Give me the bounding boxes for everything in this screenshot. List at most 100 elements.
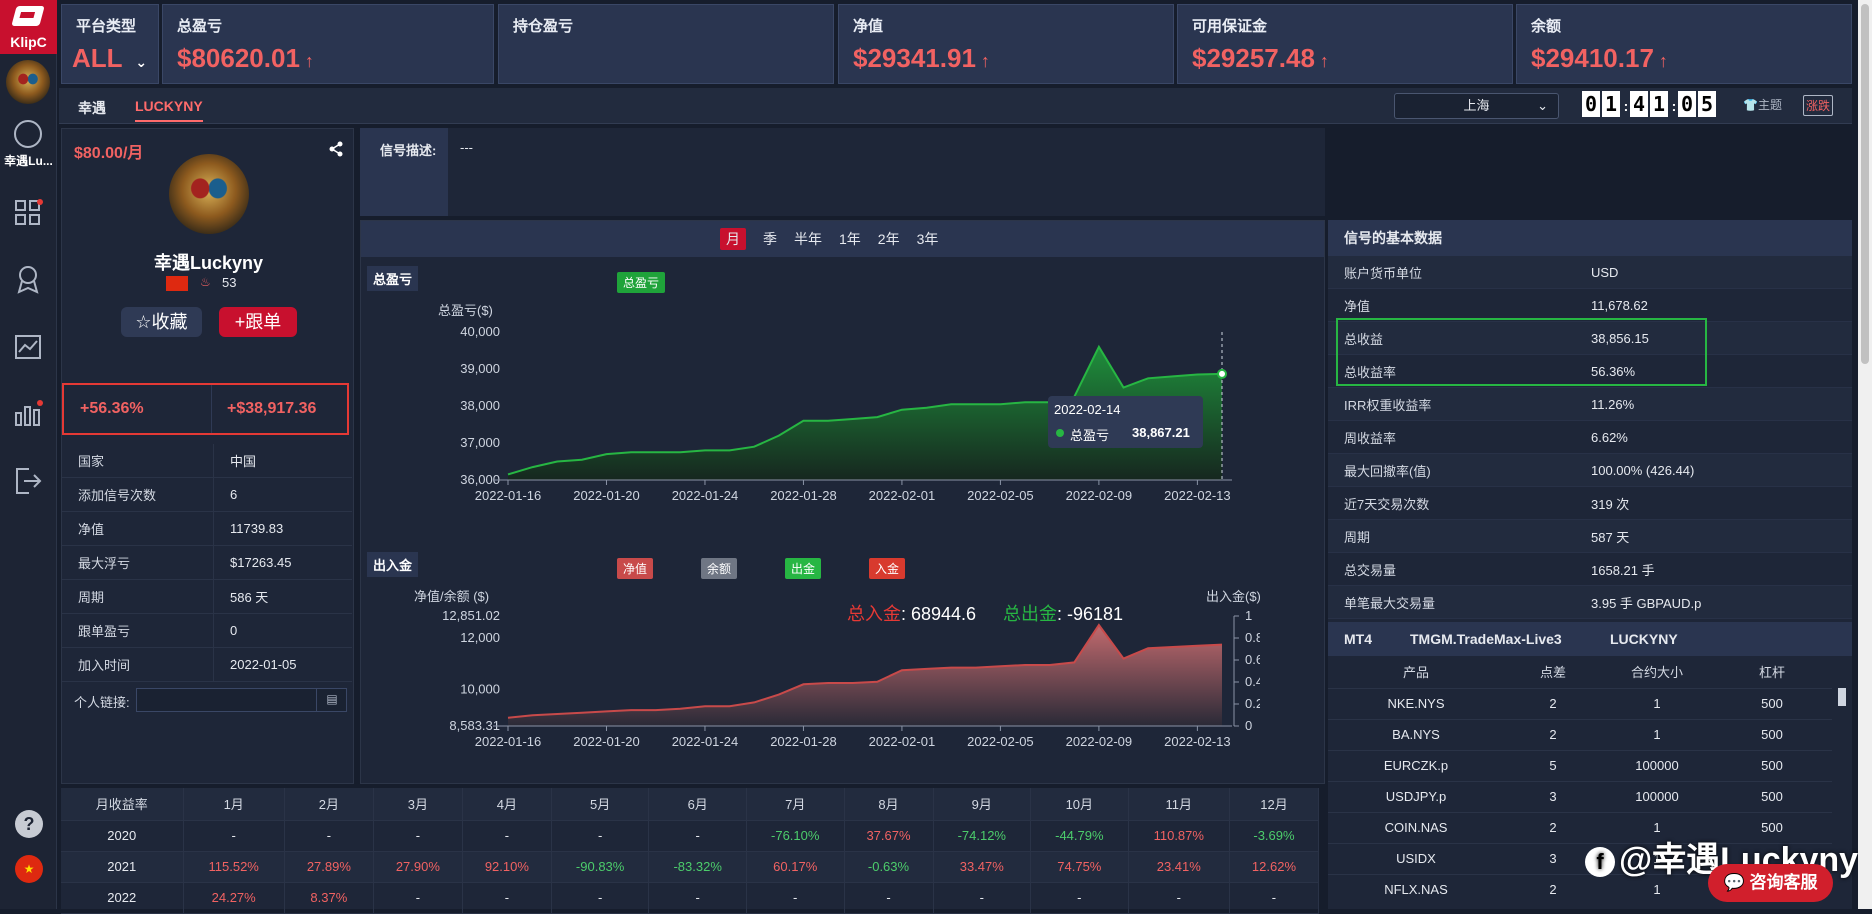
logout-icon[interactable] [13,466,43,496]
balance-label: 余额 [1531,15,1561,36]
klipc-logo[interactable]: KlipC [0,0,57,54]
award-ribbon-icon[interactable] [13,264,43,294]
tooltip-label: 总盈亏 [1070,425,1109,444]
table-row: 2021115.52%27.89%27.90%92.10%-90.83%-83.… [61,851,1319,882]
free-margin-label: 可用保证金 [1192,15,1267,36]
y-tick-label: 38,000 [460,398,500,413]
tab-luckyny[interactable]: LUCKYNY [135,98,203,122]
legend-total-pnl[interactable]: 总盈亏 [617,272,665,293]
help-question-icon[interactable]: ? [15,810,43,838]
x-tick-label: 2022-02-09 [1066,734,1133,749]
consult-service-button[interactable]: 💬 咨询客服 [1708,864,1833,902]
fire-icon: ♨ [200,275,211,289]
sidebar-user-label: 幸遇Lu... [0,152,57,169]
mt4-platform: MT4 [1344,631,1372,647]
x-tick-label: 2022-01-28 [770,488,837,503]
table-scrollbar[interactable] [1838,688,1846,706]
table-row: 净值11739.83 [62,512,352,546]
tab-xingyu[interactable]: 幸遇 [78,98,106,118]
favorite-button[interactable]: ☆收藏 [121,307,202,337]
platform-type-select[interactable]: ALL ⌄ [72,43,147,74]
legend-deposit[interactable]: 入金 [869,558,905,579]
table-row: 最大浮亏$17263.45 [62,546,352,580]
x-tick-label: 2022-01-28 [770,734,837,749]
chevron-down-icon: ⌄ [1537,94,1548,118]
pnl-y-label: 总盈亏($) [438,300,493,319]
period-halfyear[interactable]: 半年 [794,229,822,249]
basic-data-list: 账户货币单位USD 净值11,678.62 总收益38,856.15 总收益率5… [1328,256,1852,619]
trader-avatar [169,154,249,234]
china-flag-icon [166,276,188,291]
badge-icon [14,120,42,148]
x-tick-label: 2022-01-16 [475,488,542,503]
table-row: 最大回撤率(值)100.00% (426.44) [1328,454,1852,487]
digital-clock: 01:41:05 [1582,91,1718,119]
left-sidebar: KlipC 幸遇Lu... ? ★ [0,0,57,909]
signal-desc-value: --- [460,140,473,155]
line-chart-icon[interactable] [13,332,43,362]
tooltip-date: 2022-02-14 [1054,402,1121,417]
balance-value: $29410.17 ↑ [1531,43,1668,74]
table-row: 账户货币单位USD [1328,256,1852,289]
chart-tooltip: 2022-02-14 总盈亏 38,867.21 [1048,396,1203,448]
table-row: NKE.NYS21500 [1328,688,1832,719]
table-row: USDJPY.p3100000500 [1328,781,1832,812]
pnl-chart-title: 总盈亏 [367,266,418,291]
return-summary-box: +56.36% +$38,917.36 [62,383,349,435]
y-tick-label: 39,000 [460,361,500,376]
dashboard-grid-icon[interactable] [13,198,43,228]
y-tick-label: 12,851.02 [442,608,500,623]
updown-color-toggle[interactable]: 涨跌 [1803,95,1833,116]
legend-balance[interactable]: 余额 [701,558,737,579]
legend-withdraw[interactable]: 出金 [785,558,821,579]
y-tick-label: 8,583.31 [449,718,500,733]
chevron-down-icon: ⌄ [135,54,147,70]
balance-card: 余额 $29410.17 ↑ [1516,4,1852,84]
table-row: 周收益率6.62% [1328,421,1852,454]
table-row: 国家中国 [62,444,352,478]
theme-toggle[interactable]: 👕主题 [1743,96,1782,113]
table-row: 2020-------76.10%37.67%-74.12%-44.79%110… [61,820,1319,851]
platform-type-card[interactable]: 平台类型 ALL ⌄ [61,4,159,84]
y2-tick-label: 0.8 [1245,630,1260,645]
city-select[interactable]: 上海⌄ [1394,93,1559,119]
signal-description: 信号描述: --- [360,128,1325,216]
mt4-account-bar: MT4 TMGM.TradeMax-Live3 LUCKYNY [1328,622,1852,656]
y2-tick-label: 0 [1245,718,1252,733]
x-tick-label: 2022-01-16 [475,734,542,749]
free-margin-card: 可用保证金 $29257.48 ↑ [1177,4,1513,84]
total-pnl-value: $80620.01 ↑ [177,43,314,74]
x-tick-label: 2022-02-13 [1164,488,1231,503]
table-row: 202224.27%8.37%---------- [61,882,1319,913]
return-rate: +56.36% [80,400,144,418]
period-1y[interactable]: 1年 [839,229,861,249]
x-tick-label: 2022-02-01 [869,488,936,503]
share-icon[interactable] [328,141,344,162]
tooltip-value: 38,867.21 [1132,425,1190,440]
tshirt-icon: 👕 [1743,98,1758,112]
follow-button[interactable]: +跟单 [219,307,297,337]
bar-stats-icon[interactable] [13,399,43,429]
y-tick-label: 40,000 [460,324,500,339]
basic-data-title: 信号的基本数据 [1328,220,1852,256]
china-flag-icon[interactable]: ★ [15,855,43,883]
x-tick-label: 2022-01-24 [672,488,739,503]
equity-card: 净值 $29341.91 ↑ [838,4,1174,84]
legend-equity[interactable]: 净值 [617,558,653,579]
monthly-returns: 月收益率1月2月3月4月5月6月7月8月9月10月11月12月 2020----… [61,788,1319,909]
subscription-price: $80.00/月 [74,139,143,163]
document-icon[interactable]: ▤ [316,688,347,712]
y2-tick-label: 1 [1245,608,1252,623]
equity-label: 净值 [853,15,883,36]
user-avatar[interactable] [6,60,50,104]
period-quarter[interactable]: 季 [763,229,777,249]
period-month[interactable]: 月 [720,228,746,250]
period-3y[interactable]: 3年 [917,229,939,249]
page-scrollbar[interactable] [1858,0,1872,909]
period-2y[interactable]: 2年 [878,229,900,249]
arrow-up-icon: ↑ [1654,51,1668,71]
personal-link-label: 个人链接: [74,692,130,711]
tooltip-dot [1056,429,1064,437]
arrow-up-icon: ↑ [300,51,314,71]
y-tick-label: 12,000 [460,630,500,645]
